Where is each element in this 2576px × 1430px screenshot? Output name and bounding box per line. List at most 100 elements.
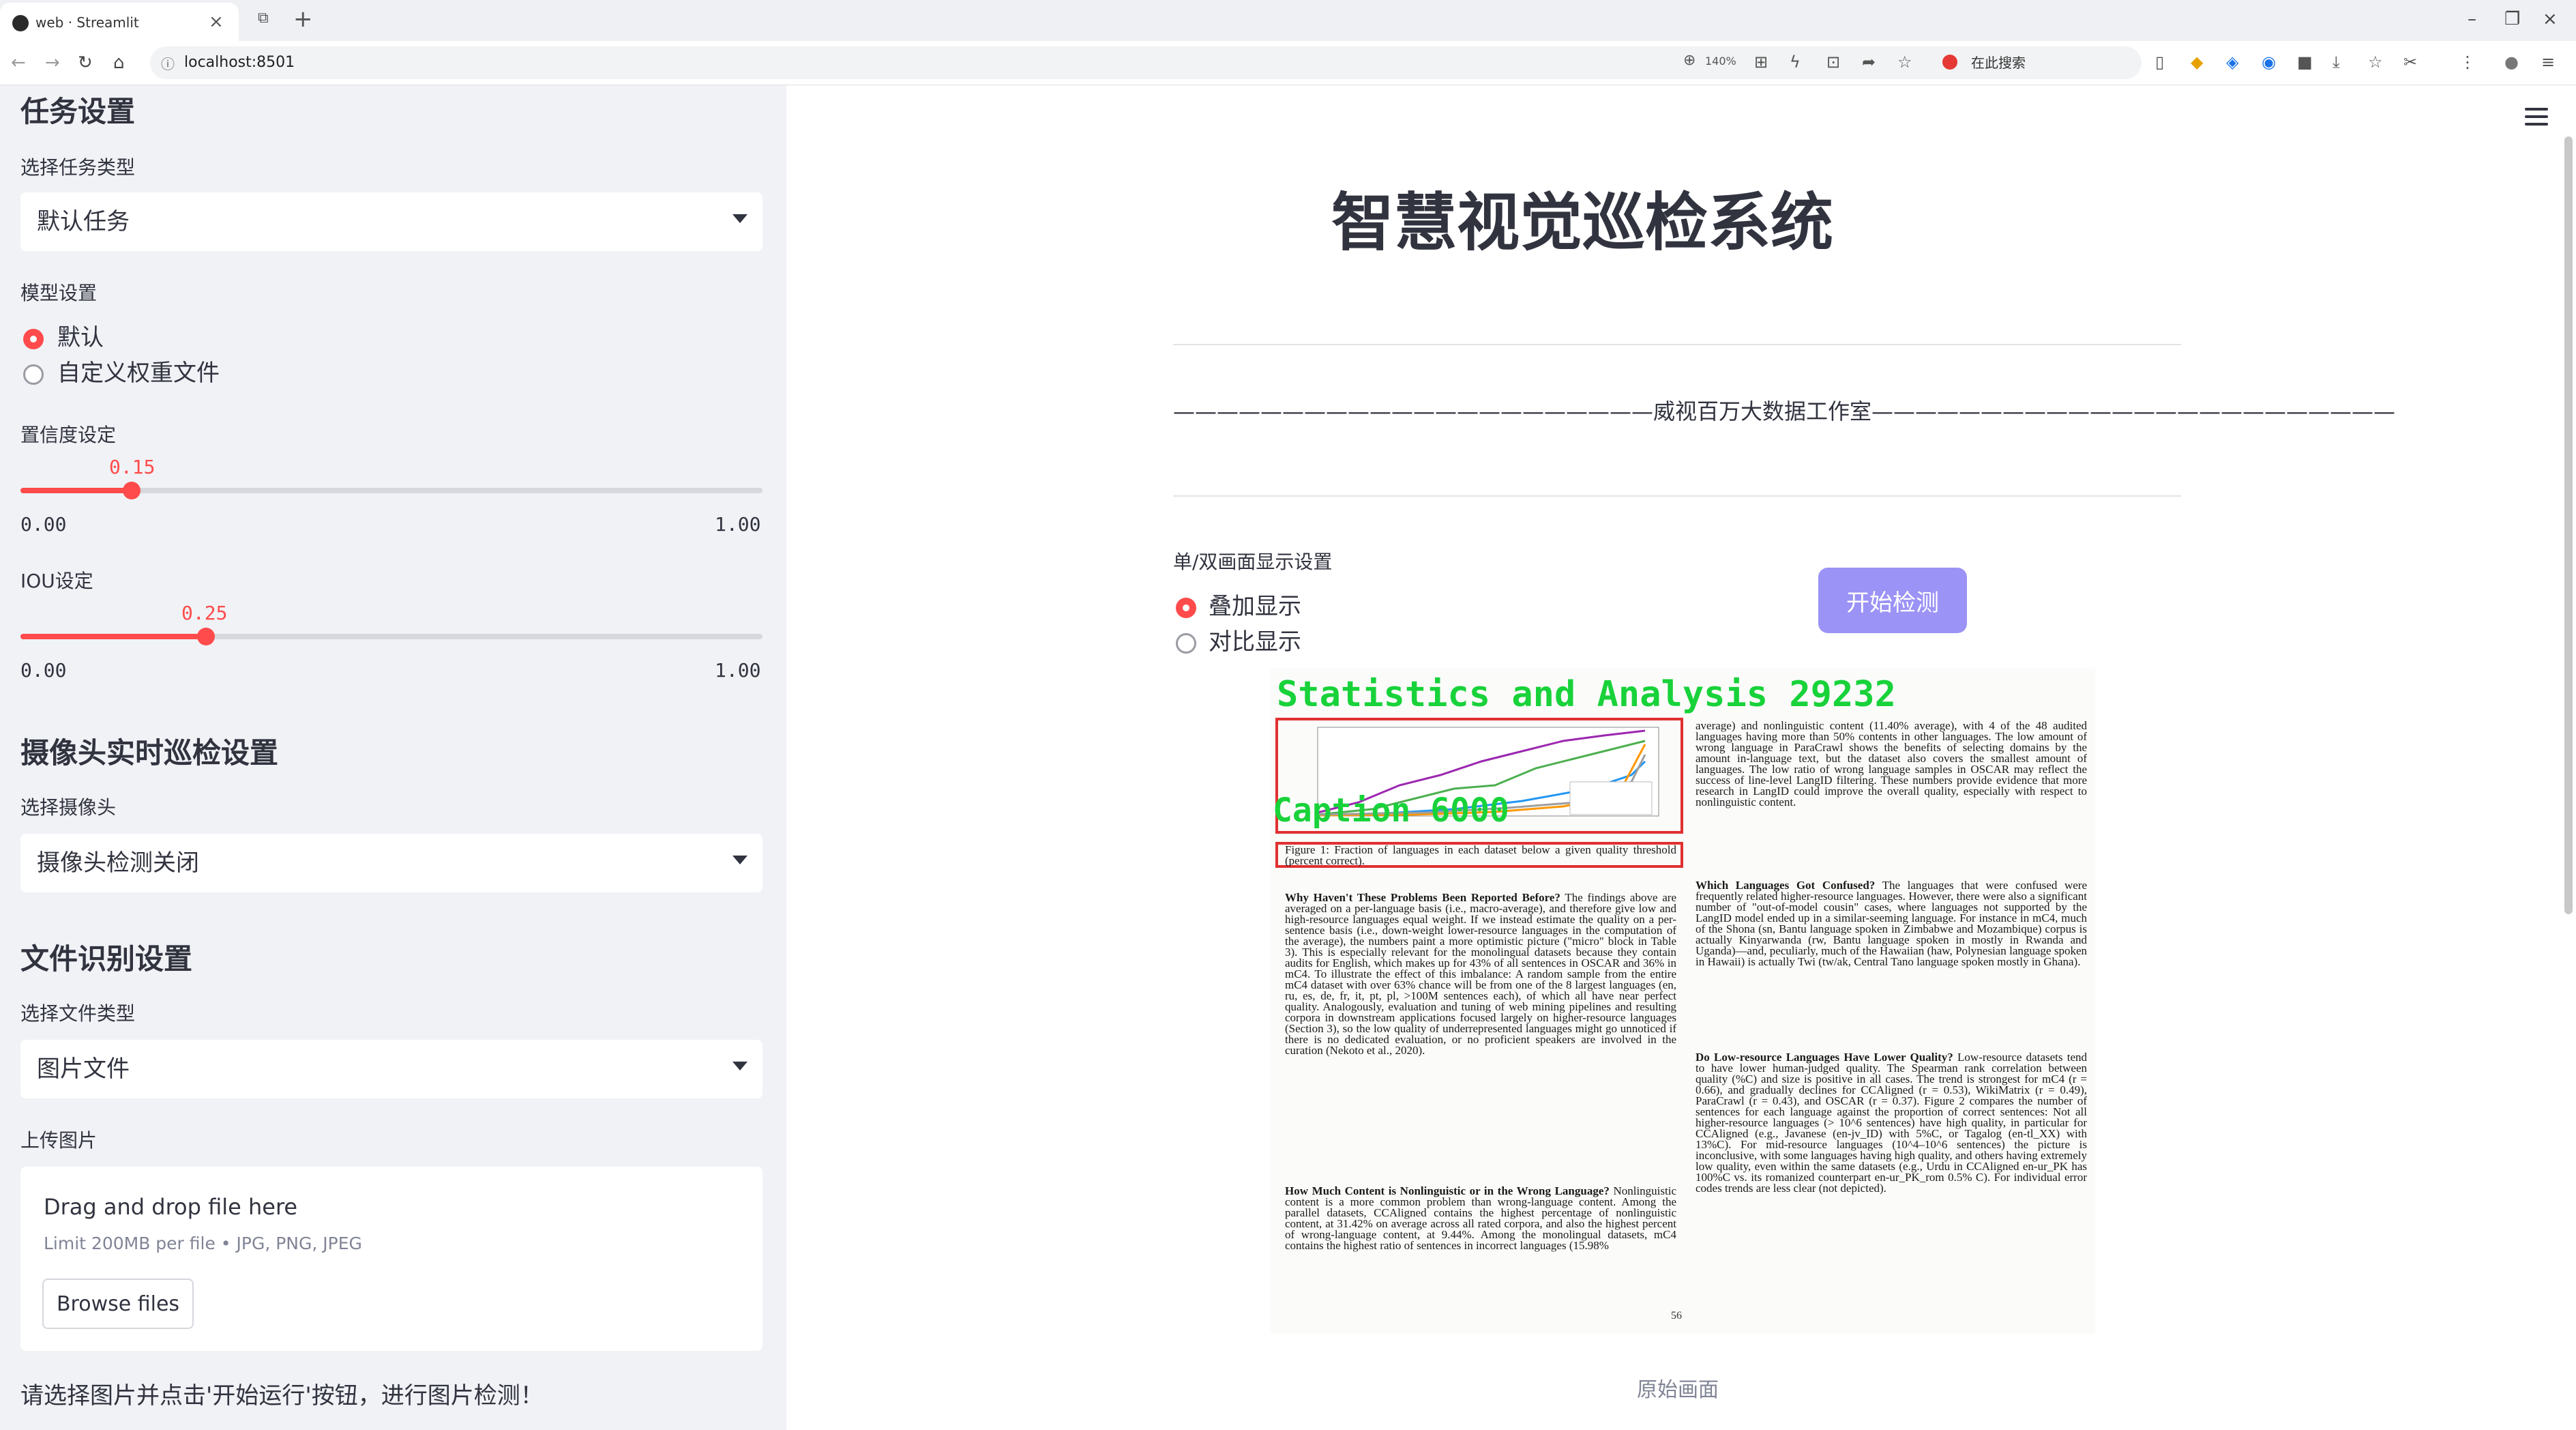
model-custom-radio[interactable]	[23, 364, 44, 385]
right-col-text-1: average) and nonlinguistic content (11.4…	[1696, 720, 2087, 808]
left-col-text-2: Nonlinguistic content is a more common p…	[1285, 1186, 1676, 1252]
left-col-text-1: The findings above are averaged on a per…	[1285, 892, 1676, 1057]
document-left-column-1: Why Haven't These Problems Been Reported…	[1285, 892, 1676, 1179]
iou-label: IOU设定	[20, 570, 93, 592]
screenshot-icon[interactable]: ⊡	[1826, 50, 1840, 74]
confidence-label: 置信度设定	[20, 424, 117, 446]
file-type-select[interactable]: 图片文件	[20, 1040, 763, 1098]
browser-tab[interactable]: web · Streamlit ×	[0, 3, 239, 41]
download-icon[interactable]: ⤓	[2333, 50, 2340, 74]
model-default-radio[interactable]	[23, 329, 44, 349]
model-default-label[interactable]: 默认	[57, 323, 104, 352]
zoom-level[interactable]: 140%	[1705, 55, 1736, 68]
search-engine-icon[interactable]	[1942, 55, 1957, 70]
file-type-value: 图片文件	[37, 1055, 130, 1083]
tab-groups-icon[interactable]: ⧉	[258, 10, 269, 27]
translate-icon[interactable]: ⊞	[1754, 50, 1768, 74]
confidence-max: 1.00	[715, 513, 761, 536]
confidence-min: 0.00	[20, 513, 67, 536]
file-type-label: 选择文件类型	[20, 1002, 136, 1025]
detection-label: Caption 6000	[1273, 791, 1509, 830]
task-type-label: 选择任务类型	[20, 156, 136, 179]
browse-files-button[interactable]: Browse files	[42, 1279, 194, 1329]
reload-icon[interactable]: ↻	[78, 49, 93, 76]
task-type-select[interactable]: 默认任务	[20, 192, 763, 251]
document-right-column-3: Do Low-resource Languages Have Lower Qua…	[1696, 1052, 2087, 1300]
confidence-slider-thumb[interactable]	[123, 482, 141, 499]
iou-value: 0.25	[181, 602, 228, 624]
overlay-display-radio[interactable]	[1176, 598, 1196, 618]
upload-hint: 请选择图片并点击'开始运行'按钮，进行图片检测！	[20, 1382, 544, 1410]
home-icon[interactable]: ⌂	[113, 49, 125, 76]
figure-caption: Figure 1: Fraction of languages in each …	[1285, 845, 1676, 866]
zoom-icon[interactable]: ⊕	[1683, 52, 1696, 69]
page-number: 56	[1671, 1310, 1682, 1322]
divider	[1173, 344, 2181, 345]
file-settings-title: 文件识别设置	[20, 942, 193, 976]
camera-label: 选择摄像头	[20, 796, 117, 819]
caret-down-icon	[732, 214, 747, 223]
detection-label: Statistics and Analysis 29232	[1277, 674, 1896, 715]
divider	[1173, 495, 2181, 497]
extension-icon[interactable]: ◈	[2226, 50, 2238, 74]
browser-tab-bar	[0, 0, 2576, 41]
scrollbar[interactable]	[2564, 136, 2573, 914]
close-window-icon[interactable]: ×	[2543, 7, 2558, 31]
confidence-value: 0.15	[109, 456, 156, 478]
lightning-icon[interactable]: ϟ	[1790, 50, 1801, 74]
iou-max: 1.00	[715, 659, 761, 682]
iou-slider[interactable]	[20, 634, 763, 639]
iou-slider-fill	[20, 634, 206, 639]
back-icon[interactable]: ←	[11, 49, 26, 76]
confidence-slider-fill	[20, 488, 132, 493]
search-placeholder: 在此搜索	[1971, 55, 2026, 71]
sidebar-menu-icon[interactable]: ≡	[2541, 50, 2555, 74]
iou-min: 0.00	[20, 659, 67, 682]
maximize-icon[interactable]: ❐	[2504, 7, 2520, 31]
document-right-column-2: Which Languages Got Confused? The langua…	[1696, 880, 2087, 1040]
profile-avatar-icon[interactable]: ●	[2504, 50, 2519, 74]
share-icon[interactable]: ➦	[1862, 50, 1876, 74]
camera-select[interactable]: 摄像头检测关闭	[20, 834, 763, 892]
start-detection-button[interactable]: 开始检测	[1818, 568, 1967, 633]
new-tab-icon[interactable]: +	[293, 5, 313, 33]
overlay-display-label[interactable]: 叠加显示	[1209, 592, 1301, 621]
detection-result-image: Statistics and Analysis 29232 Caption 60…	[1270, 669, 2095, 1334]
caret-down-icon	[732, 1062, 747, 1070]
upload-label: 上传图片	[20, 1129, 98, 1152]
compare-display-radio[interactable]	[1176, 633, 1196, 654]
site-info-icon[interactable]: ⓘ	[161, 53, 175, 73]
drag-drop-text: Drag and drop file here	[44, 1194, 298, 1220]
model-custom-label[interactable]: 自定义权重文件	[57, 359, 220, 388]
model-settings-label: 模型设置	[20, 282, 98, 304]
minimize-icon[interactable]: –	[2468, 7, 2476, 31]
scissors-icon[interactable]: ✂	[2403, 50, 2417, 74]
camera-value: 摄像头检测关闭	[37, 849, 199, 877]
document-left-column-2: How Much Content is Nonlinguistic or in …	[1285, 1186, 1676, 1300]
task-type-value: 默认任务	[37, 208, 130, 235]
browser-search-box[interactable]	[1936, 48, 2140, 78]
extension-icon[interactable]: ◉	[2262, 50, 2276, 74]
tab-title: web · Streamlit	[35, 14, 139, 31]
right-col-text-3: Low-resource datasets tend to have lower…	[1696, 1052, 2087, 1195]
favorite-icon[interactable]: ☆	[1897, 50, 1912, 74]
extension-icon[interactable]: ■	[2297, 50, 2313, 74]
extension-icon[interactable]: ◆	[2191, 50, 2203, 74]
url-text[interactable]: localhost:8501	[184, 52, 295, 74]
close-tab-icon[interactable]: ×	[209, 11, 224, 33]
studio-line: ——————————————————————威视百万大数据工作室————————…	[1173, 398, 2396, 424]
more-menu-icon[interactable]: ⋮	[2459, 50, 2476, 74]
address-bar[interactable]	[150, 46, 2142, 79]
iou-slider-thumb[interactable]	[197, 628, 215, 645]
menu-icon[interactable]	[2525, 108, 2548, 130]
streamlit-favicon-icon	[12, 15, 29, 31]
camera-settings-title: 摄像头实时巡检设置	[20, 736, 279, 770]
forward-icon[interactable]: →	[45, 49, 60, 76]
bookmark-icon[interactable]: ☆	[2368, 50, 2383, 74]
page-title: 智慧视觉巡检系统	[1331, 186, 1833, 259]
phone-icon[interactable]: ▯	[2155, 50, 2164, 74]
upload-limit-text: Limit 200MB per file • JPG, PNG, JPEG	[44, 1234, 362, 1253]
compare-display-label[interactable]: 对比显示	[1209, 628, 1301, 656]
caret-down-icon	[732, 856, 747, 864]
document-right-column-1: average) and nonlinguistic content (11.4…	[1696, 720, 2087, 854]
